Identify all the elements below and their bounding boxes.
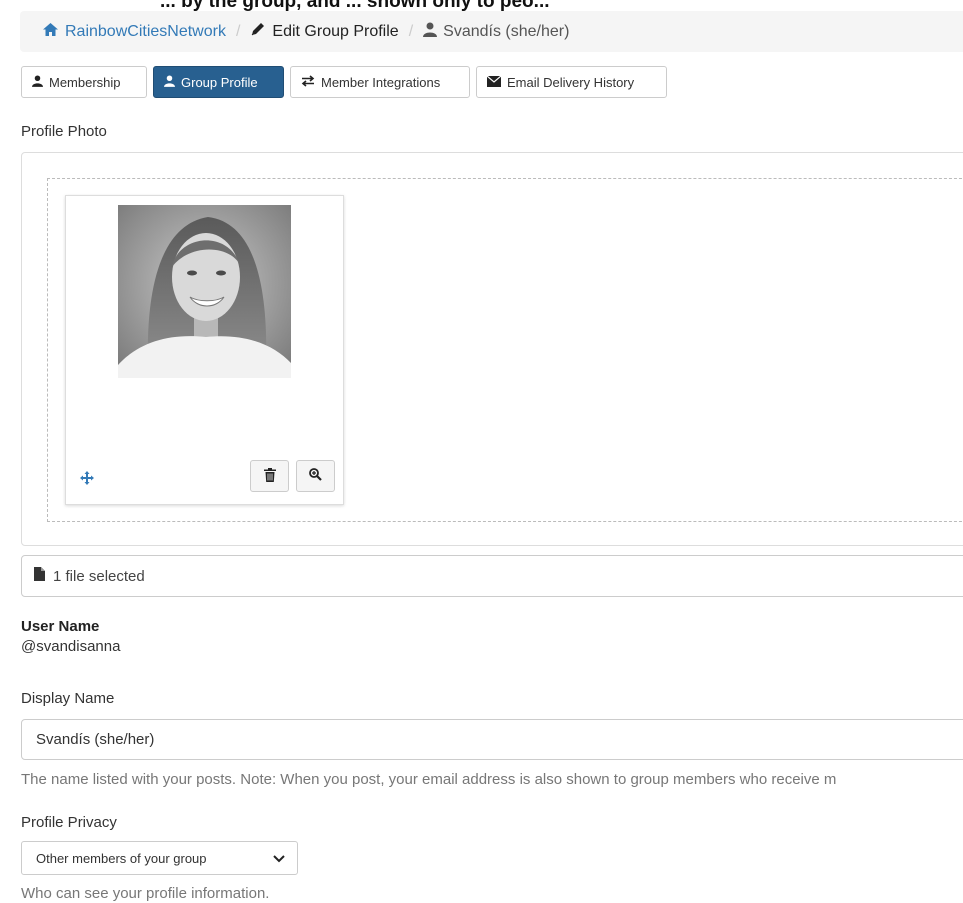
breadcrumb-user: Svandís (she/her) — [423, 22, 569, 42]
tab-email-delivery-history-label: Email Delivery History — [507, 74, 635, 90]
profile-tabs: Membership Group Profile Member Integrat… — [21, 66, 667, 98]
tab-membership[interactable]: Membership — [21, 66, 147, 98]
home-icon — [42, 22, 59, 42]
user-name-value: @svandisanna — [21, 638, 121, 655]
user-icon — [164, 75, 175, 90]
breadcrumb-home-label: RainbowCitiesNetwork — [65, 22, 226, 40]
breadcrumb: RainbowCitiesNetwork / Edit Group Profil… — [20, 11, 963, 52]
envelope-icon — [486, 75, 502, 90]
file-selected-label: 1 file selected — [53, 567, 145, 585]
photo-dropzone[interactable] — [47, 178, 963, 522]
tab-member-integrations-label: Member Integrations — [321, 74, 441, 90]
user-icon — [423, 22, 438, 42]
tab-email-delivery-history[interactable]: Email Delivery History — [476, 66, 667, 98]
tab-group-profile-label: Group Profile — [181, 74, 258, 90]
profile-privacy-label: Profile Privacy — [21, 814, 117, 831]
profile-privacy-help: Who can see your profile information. — [21, 885, 270, 902]
tab-member-integrations[interactable]: Member Integrations — [290, 66, 470, 98]
profile-photo-label: Profile Photo — [21, 123, 107, 140]
breadcrumb-edit[interactable]: Edit Group Profile — [250, 21, 399, 42]
profile-privacy-select[interactable]: Other members of your group — [21, 841, 298, 875]
photo-thumbnail-card — [65, 195, 344, 505]
profile-photo-panel — [21, 152, 963, 546]
zoom-in-icon — [309, 468, 322, 484]
profile-photo-image — [118, 205, 291, 378]
breadcrumb-separator: / — [235, 22, 241, 40]
display-name-help: The name listed with your posts. Note: W… — [21, 771, 837, 788]
breadcrumb-user-label: Svandís (she/her) — [443, 22, 570, 40]
user-icon — [32, 75, 43, 90]
user-name-heading: User Name — [21, 618, 100, 635]
breadcrumb-separator: / — [408, 22, 414, 40]
display-name-label: Display Name — [21, 690, 115, 707]
exchange-icon — [301, 74, 315, 90]
tab-group-profile[interactable]: Group Profile — [153, 66, 284, 98]
breadcrumb-edit-label: Edit Group Profile — [272, 22, 399, 40]
pencil-icon — [250, 21, 266, 42]
file-icon — [34, 567, 45, 585]
zoom-photo-button[interactable] — [296, 460, 335, 492]
trash-icon — [263, 467, 276, 485]
tab-membership-label: Membership — [49, 74, 121, 90]
file-selected-status: 1 file selected — [21, 555, 963, 597]
delete-photo-button[interactable] — [250, 460, 289, 492]
chevron-down-icon — [273, 851, 285, 866]
breadcrumb-home-link[interactable]: RainbowCitiesNetwork — [42, 22, 226, 42]
move-icon[interactable] — [80, 471, 94, 490]
display-name-input[interactable] — [21, 719, 963, 760]
profile-privacy-selected: Other members of your group — [36, 850, 207, 866]
